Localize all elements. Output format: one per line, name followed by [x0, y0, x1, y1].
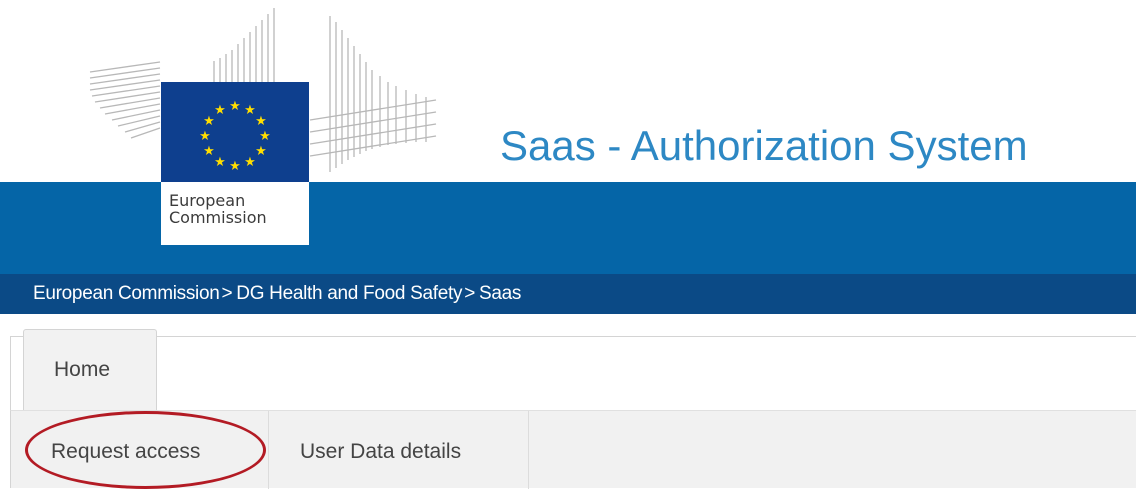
breadcrumb-current-saas: Saas: [479, 283, 522, 304]
svg-text:★: ★: [229, 159, 241, 174]
svg-text:★: ★: [214, 103, 226, 118]
site-title: Saas - Authorization System: [500, 122, 1028, 169]
svg-text:★: ★: [255, 144, 267, 159]
svg-text:★: ★: [244, 103, 256, 118]
sub-nav: Request access User Data details: [10, 410, 1136, 489]
breadcrumb-separator: >: [221, 283, 233, 304]
svg-text:★: ★: [203, 144, 215, 159]
tab-home-label: Home: [54, 358, 111, 381]
request-access-label: Request access: [51, 440, 201, 463]
logo-line-commission: Commission: [169, 208, 267, 227]
tab-home[interactable]: Home: [23, 329, 157, 411]
user-data-details-label: User Data details: [300, 440, 462, 463]
breadcrumb-link-european-commission[interactable]: European Commission: [33, 283, 220, 304]
request-access-link[interactable]: Request access: [11, 411, 269, 489]
svg-text:★: ★: [214, 155, 226, 170]
svg-text:★: ★: [229, 99, 241, 114]
logo-wordmark: European Commission: [161, 182, 309, 245]
eu-flag-icon: ★ ★ ★ ★ ★ ★ ★ ★ ★ ★ ★ ★: [161, 82, 309, 182]
breadcrumb-link-dg-health[interactable]: DG Health and Food Safety: [236, 283, 462, 304]
breadcrumb: European Commission > DG Health and Food S…: [0, 274, 1136, 314]
user-data-details-link[interactable]: User Data details: [269, 411, 529, 489]
svg-text:★: ★: [244, 155, 256, 170]
main-nav: Home: [10, 329, 1136, 411]
svg-text:★: ★: [255, 114, 267, 129]
svg-text:★: ★: [199, 129, 211, 144]
svg-text:★: ★: [259, 129, 271, 144]
svg-text:★: ★: [203, 114, 215, 129]
logo-line-european: European: [169, 191, 246, 210]
breadcrumb-separator: >: [464, 283, 476, 304]
